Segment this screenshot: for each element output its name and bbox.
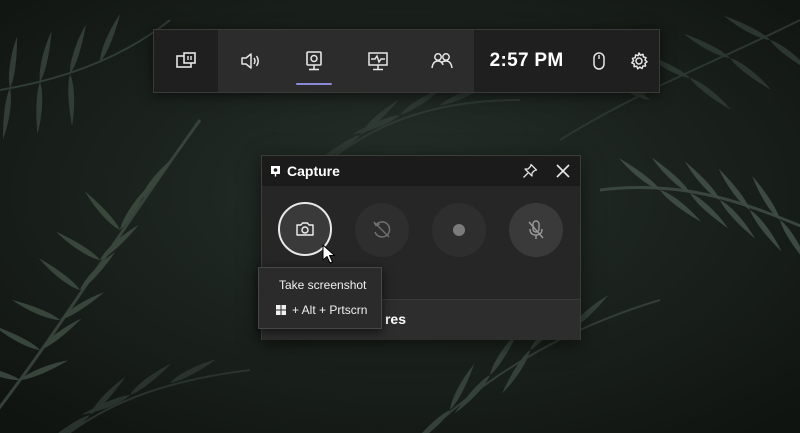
speaker-icon xyxy=(241,53,259,69)
tooltip-shortcut: + Alt + Prtscrn xyxy=(276,303,367,317)
capture-title: Capture xyxy=(287,163,340,179)
capture-icon xyxy=(305,51,322,71)
mic-off-icon xyxy=(528,220,544,239)
camera-icon xyxy=(296,222,314,236)
mic-toggle-button[interactable] xyxy=(509,203,563,257)
start-recording-button[interactable] xyxy=(432,203,486,257)
game-bar: 2:57 PM xyxy=(153,29,660,93)
performance-widget-button[interactable] xyxy=(346,30,410,92)
widget-menu-icon xyxy=(176,52,196,68)
people-icon xyxy=(431,53,453,69)
xbox-social-widget-button[interactable] xyxy=(410,30,474,92)
performance-monitor-icon xyxy=(368,52,388,71)
pin-icon xyxy=(523,163,538,178)
settings-button[interactable] xyxy=(619,30,659,92)
mouse-button[interactable] xyxy=(579,30,619,92)
screenshot-tooltip: Take screenshot + Alt + Prtscrn xyxy=(258,267,382,329)
close-icon xyxy=(556,164,570,178)
capture-widget-button[interactable] xyxy=(282,30,346,92)
record-dot-icon xyxy=(453,224,465,236)
close-button[interactable] xyxy=(554,162,572,180)
windows-logo-icon xyxy=(276,305,286,315)
widget-group xyxy=(217,30,474,92)
see-my-captures-label: res xyxy=(384,311,406,327)
clock-time: 2:57 PM xyxy=(489,50,564,71)
tooltip-title: Take screenshot xyxy=(279,278,367,292)
capture-icon xyxy=(271,166,280,177)
record-last-30s-button[interactable] xyxy=(355,203,409,257)
widget-menu-button[interactable] xyxy=(154,30,218,92)
rewind-disabled-icon xyxy=(373,221,391,238)
tooltip-shortcut-text: + Alt + Prtscrn xyxy=(292,303,368,317)
mouse-cursor xyxy=(322,244,335,264)
audio-widget-button[interactable] xyxy=(218,30,282,92)
capture-header[interactable]: Capture xyxy=(262,156,580,186)
pin-button[interactable] xyxy=(522,163,538,179)
gear-icon xyxy=(631,52,648,70)
mouse-icon xyxy=(593,52,605,70)
